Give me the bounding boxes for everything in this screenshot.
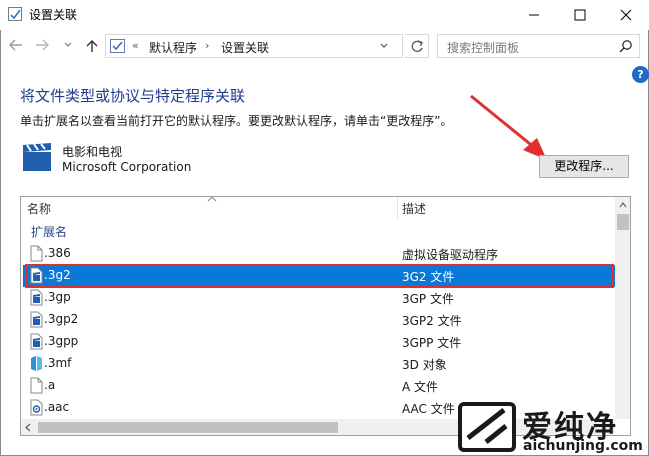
list-row[interactable]: .3gp 3GP 文件: [23, 287, 615, 309]
refresh-button[interactable]: [405, 34, 429, 58]
search-input[interactable]: 搜索控制面板: [447, 39, 519, 56]
extension-name: .3gp2: [44, 312, 79, 326]
breadcrumb-default-programs[interactable]: 默认程序: [149, 39, 197, 56]
maximize-icon: [574, 9, 586, 21]
red-annotation-arrow-icon: [470, 94, 547, 160]
control-panel-icon: [110, 39, 125, 53]
blank-file-icon: [30, 245, 43, 262]
recent-locations-button[interactable]: [63, 38, 75, 56]
video-file-icon: [30, 311, 43, 328]
vertical-scrollbar[interactable]: [615, 197, 630, 419]
page-title: 将文件类型或协议与特定程序关联: [20, 87, 246, 105]
extension-description: AAC 文件: [402, 402, 455, 416]
blank-file-icon: [30, 377, 43, 394]
extension-description: 3G2 文件: [402, 270, 455, 284]
close-button[interactable]: [603, 0, 649, 30]
extension-name: .a: [44, 378, 56, 392]
title-bar: 设置关联: [0, 0, 649, 30]
chevron-down-icon: [380, 43, 388, 48]
extension-description: 3GP 文件: [402, 292, 454, 306]
help-button[interactable]: ?: [632, 66, 649, 83]
column-header-name[interactable]: 名称: [27, 200, 51, 217]
address-bar[interactable]: « 默认程序 › 设置关联: [105, 34, 403, 58]
control-panel-icon: [8, 7, 22, 21]
extension-description: 3GPP 文件: [402, 336, 462, 350]
column-divider[interactable]: [397, 197, 398, 219]
page-description: 单击扩展名以查看当前打开它的默认程序。要更改默认程序，请单击“更改程序”。: [20, 114, 453, 128]
list-row[interactable]: .a A 文件: [23, 375, 615, 397]
horizontal-scroll-thumb[interactable]: [38, 422, 338, 433]
up-arrow-icon: [86, 40, 98, 52]
movies-tv-app-icon: [21, 141, 53, 173]
search-box[interactable]: 搜索控制面板: [437, 34, 640, 58]
breadcrumb-set-associations[interactable]: 设置关联: [221, 39, 269, 56]
video-file-icon: [30, 333, 43, 350]
list-row[interactable]: .3gpp 3GPP 文件: [23, 331, 615, 353]
app-name: 电影和电视: [62, 145, 123, 159]
audio-file-icon: [30, 399, 43, 416]
search-icon[interactable]: [619, 39, 633, 53]
list-row[interactable]: .3mf 3D 对象: [23, 353, 615, 375]
back-button[interactable]: [8, 38, 28, 56]
maximize-button[interactable]: [557, 0, 603, 30]
watermark: 爱纯净 aichunjing.com: [456, 400, 649, 456]
minimize-button[interactable]: [511, 0, 557, 30]
column-header-description[interactable]: 描述: [402, 200, 426, 217]
group-header-extensions: 扩展名: [31, 225, 68, 239]
breadcrumb-separator[interactable]: ›: [205, 39, 209, 52]
watermark-url: aichunjing.com: [523, 438, 643, 454]
close-icon: [620, 9, 632, 21]
list-row[interactable]: .3gp2 3GP2 文件: [23, 309, 615, 331]
change-program-button[interactable]: 更改程序...: [539, 155, 629, 178]
app-publisher: Microsoft Corporation: [62, 160, 192, 174]
scroll-up-icon[interactable]: [619, 202, 627, 208]
breadcrumb-overflow[interactable]: «: [132, 39, 139, 52]
address-dropdown-button[interactable]: [378, 34, 398, 58]
extension-description: 3D 对象: [402, 358, 447, 372]
up-button[interactable]: [84, 38, 104, 56]
chevron-down-icon: [64, 42, 72, 47]
extension-name: .3gpp: [44, 334, 79, 348]
extension-description: 3GP2 文件: [402, 314, 462, 328]
extension-description: A 文件: [402, 380, 439, 394]
forward-arrow-icon: [36, 39, 49, 51]
3d-object-icon: [30, 355, 43, 372]
extension-name: .386: [44, 246, 71, 260]
forward-button[interactable]: [34, 38, 54, 56]
vertical-scroll-thumb[interactable]: [617, 214, 629, 230]
sort-ascending-icon: [207, 197, 217, 202]
back-arrow-icon: [9, 39, 22, 51]
extension-name: .3g2: [44, 268, 71, 282]
minimize-icon: [529, 14, 539, 16]
list-row[interactable]: .3g2 3G2 文件: [23, 265, 615, 287]
watermark-logo-icon: [458, 402, 516, 452]
list-row[interactable]: .386 虚拟设备驱动程序: [23, 243, 615, 265]
extension-name: .3mf: [44, 356, 72, 370]
video-file-icon: [30, 289, 43, 306]
extension-name: .3gp: [44, 290, 71, 304]
video-file-icon: [30, 267, 43, 284]
extension-name: .aac: [44, 400, 70, 414]
refresh-icon: [411, 40, 423, 52]
extension-description: 虚拟设备驱动程序: [402, 248, 499, 262]
scroll-left-icon[interactable]: [25, 423, 31, 432]
window-title: 设置关联: [29, 8, 78, 22]
